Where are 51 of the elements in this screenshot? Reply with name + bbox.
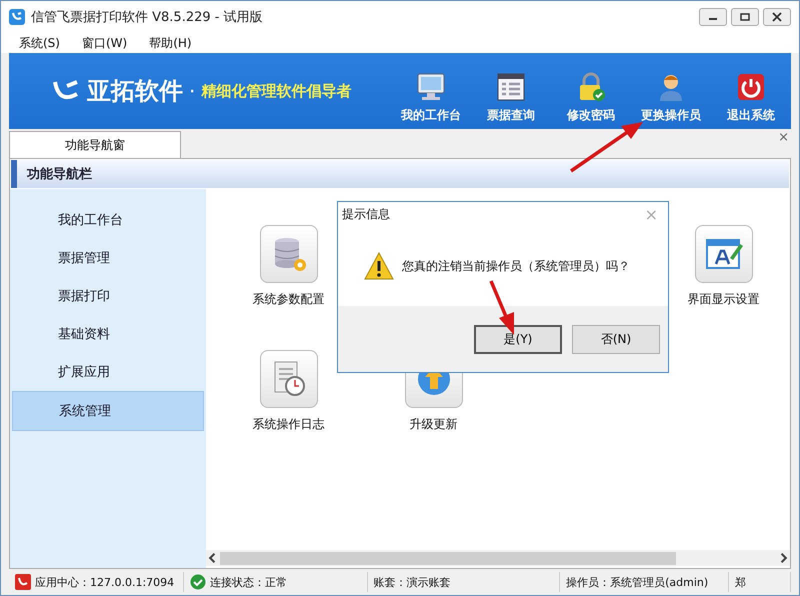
status-text: 账套：演示账套 <box>374 574 451 590</box>
monitor-icon <box>415 70 447 102</box>
function-label: 界面显示设置 <box>688 291 760 308</box>
menu-item[interactable]: 帮助(H) <box>149 34 192 52</box>
check-icon <box>190 574 206 590</box>
scrollbar-thumb[interactable] <box>220 552 676 564</box>
toolbar-button[interactable]: 更换操作员 <box>633 70 709 124</box>
menu-item[interactable]: 系统(S) <box>19 34 60 52</box>
tab[interactable]: 功能导航窗 <box>9 131 181 158</box>
sidebar-item[interactable]: 票据管理 <box>12 239 204 277</box>
maximize-icon <box>740 12 750 22</box>
function-tile[interactable] <box>260 225 318 283</box>
close-tab-button[interactable]: × <box>778 130 789 145</box>
brand-separator: · <box>189 79 196 103</box>
toolbar-button[interactable]: 退出系统 <box>713 70 789 124</box>
nav-header: 功能导航栏 <box>11 160 789 188</box>
pointer-arrow <box>489 280 514 335</box>
sidebar-item[interactable]: 基础资料 <box>12 315 204 353</box>
menu-item[interactable]: 窗口(W) <box>82 34 128 52</box>
app-logo-icon <box>9 9 25 25</box>
status-text: 郑 <box>735 574 746 590</box>
function-label: 系统参数配置 <box>252 291 324 308</box>
maximize-button[interactable] <box>731 8 759 26</box>
sidebar-item[interactable]: 我的工作台 <box>12 201 204 239</box>
dialog-title: 提示信息 <box>342 206 390 222</box>
toolbar-button[interactable]: 修改密码 <box>553 70 629 124</box>
minimize-button[interactable] <box>699 8 727 26</box>
status-text: 连接状态：正常 <box>210 574 287 590</box>
close-button[interactable] <box>763 8 791 26</box>
function-tile[interactable] <box>260 350 318 408</box>
warning-icon <box>364 252 394 280</box>
brand-name: 亚拓软件 <box>87 76 183 107</box>
window-title: 信管飞票据打印软件 V8.5.229 - 试用版 <box>31 9 263 26</box>
function-label: 系统操作日志 <box>252 416 324 433</box>
function-tile[interactable] <box>694 225 752 283</box>
toolbar-button[interactable]: 票据查询 <box>473 70 549 124</box>
dialog-button[interactable]: 否(N) <box>572 324 660 354</box>
sidebar-item[interactable]: 扩展应用 <box>12 353 204 391</box>
list-icon <box>495 70 527 102</box>
status-text: 应用中心：127.0.0.1:7094 <box>35 574 174 590</box>
dialog-message: 您真的注销当前操作员（系统管理员）吗？ <box>402 258 630 274</box>
close-icon <box>772 12 782 22</box>
toolbar-button[interactable]: 我的工作台 <box>393 70 469 124</box>
slogan: 精细化管理软件倡导者 <box>201 82 352 100</box>
status-text: 操作员：系统管理员(admin) <box>566 574 708 590</box>
function-label: 升级更新 <box>410 416 458 433</box>
app-logo-icon <box>15 574 31 590</box>
sidebar-item[interactable]: 票据打印 <box>12 277 204 315</box>
dialog-button[interactable]: 是(Y) <box>474 324 562 354</box>
sidebar-item[interactable]: 系统管理 <box>12 391 204 431</box>
horizontal-scrollbar[interactable] <box>206 550 790 566</box>
